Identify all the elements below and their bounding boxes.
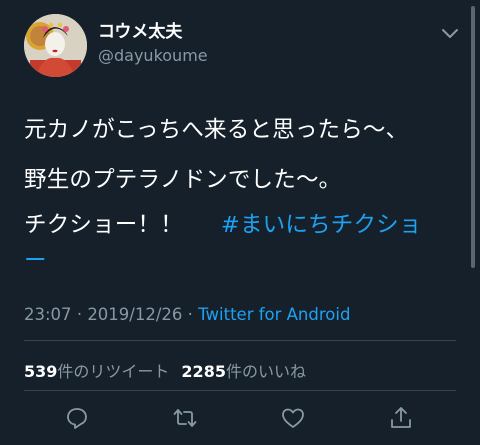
reply-icon[interactable]	[64, 405, 90, 431]
chevron-down-icon[interactable]	[439, 24, 461, 42]
meta-separator: ·	[76, 305, 83, 324]
scrollbar[interactable]	[471, 6, 475, 268]
divider	[24, 390, 456, 391]
retweets-label: 件のリツイート	[57, 362, 170, 381]
share-icon[interactable]	[388, 405, 414, 431]
avatar-image	[24, 14, 87, 77]
hashtag-link-continued[interactable]: ー	[24, 243, 47, 275]
tweet-time[interactable]: 23:07	[24, 305, 72, 324]
hashtag-link[interactable]: #まいにちチクショ	[221, 212, 422, 238]
heart-icon[interactable]	[280, 405, 306, 431]
tweet-date[interactable]: 2019/12/26	[87, 305, 182, 324]
display-name[interactable]: コウメ太夫	[98, 17, 182, 42]
meta-separator: ·	[187, 305, 193, 324]
tweet-text-line: 野生のプテラノドンでした～。	[24, 167, 342, 193]
tweet-stats: 539件のリツイート 2285件のいいね	[24, 358, 306, 382]
tweet-text-line: チクショー！！ #まいにちチクショ	[24, 207, 422, 239]
tweet-source-link[interactable]: Twitter for Android	[198, 305, 350, 324]
likes-count: 2285	[181, 362, 226, 381]
tweet-detail: コウメ太夫 @dayukoume 元カノがこっちへ来ると思ったら～、 野生のプテ…	[0, 0, 480, 445]
divider	[24, 340, 456, 341]
tweet-meta: 23:07 · 2019/12/26 · Twitter for Android	[24, 305, 350, 324]
likes-label: 件のいいね	[225, 362, 306, 381]
avatar[interactable]	[24, 14, 87, 77]
likes-stat[interactable]: 2285件のいいね	[181, 362, 306, 381]
tweet-text-line: 元カノがこっちへ来ると思ったら～、	[24, 117, 409, 143]
retweets-stat[interactable]: 539件のリツイート	[24, 362, 169, 381]
retweets-count: 539	[24, 362, 58, 381]
tweet-text: チクショー！！	[24, 212, 183, 238]
user-handle[interactable]: @dayukoume	[98, 46, 208, 65]
retweet-icon[interactable]	[172, 405, 198, 431]
